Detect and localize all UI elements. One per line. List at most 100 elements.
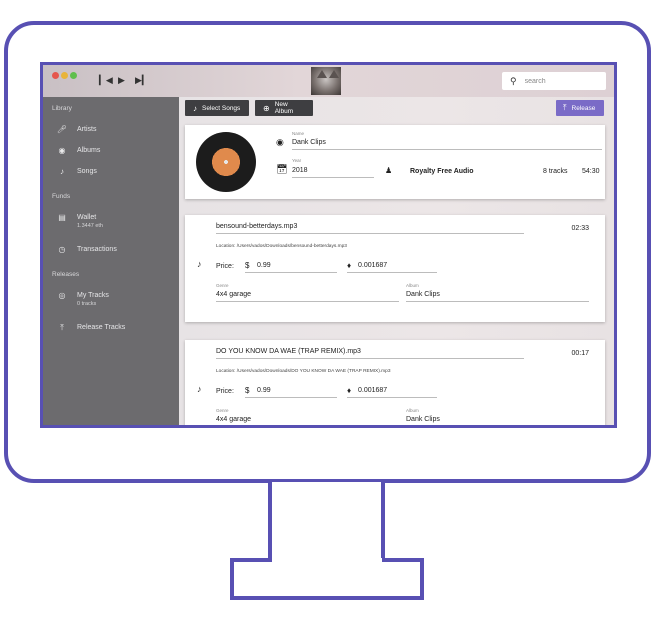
sidebar-item-songs[interactable]: ♪ Songs (56, 167, 97, 176)
price-eth-underline (347, 272, 437, 273)
album-track-count: 8 tracks (543, 168, 568, 175)
upload-icon: ⤒ (60, 323, 64, 332)
album-name-field[interactable]: Dank Clips (292, 139, 326, 146)
album-name-underline (292, 149, 602, 150)
genre-caption: Genre (216, 283, 229, 288)
new-album-button[interactable]: ⊕ New Album (255, 100, 313, 116)
sidebar-section-releases: Releases (52, 271, 80, 278)
play-icon[interactable]: ▶ (118, 76, 125, 85)
genre-field[interactable]: 4x4 garage (216, 291, 251, 298)
price-usd-field[interactable]: 0.99 (257, 262, 271, 269)
sidebar-item-label: Transactions (77, 246, 117, 253)
genre-underline (216, 301, 399, 302)
skip-forward-icon[interactable]: ▶▎ (135, 76, 149, 85)
search-box[interactable]: ⚲ (502, 72, 606, 90)
sidebar: Library 🎤︎ Artists ◉ Albums ♪ Songs Fund… (43, 97, 179, 425)
app-window: ▎◀ ▶ ▶▎ ⚲ Library 🎤︎ Artists ◉ Albums ♪ … (40, 62, 617, 428)
sidebar-section-library: Library (52, 105, 72, 112)
track-title[interactable]: DO YOU KNOW DA WAE (TRAP REMIX).mp3 (216, 348, 361, 355)
album-year-caption: Year (292, 158, 302, 163)
dollar-icon: $ (245, 386, 250, 395)
album-name-caption: Name (292, 131, 305, 136)
artwork-cat-ear (317, 70, 327, 78)
new-album-label: New Album (274, 101, 294, 115)
track-title-underline (216, 358, 524, 359)
album-caption: Album (406, 408, 419, 413)
price-eth-underline (347, 397, 437, 398)
wallet-icon: ▤ (58, 213, 66, 222)
select-songs-button[interactable]: ♪ Select Songs (185, 100, 249, 116)
sidebar-item-label: Release Tracks (77, 324, 126, 331)
monitor-stand-base (230, 558, 424, 600)
album-underline (406, 426, 589, 427)
price-usd-field[interactable]: 0.99 (257, 387, 271, 394)
sidebar-item-wallet[interactable]: ▤ Wallet 1.3447 eth (56, 213, 103, 230)
mic-icon: 🎤︎ (56, 125, 68, 134)
album-caption: Album (406, 283, 419, 288)
track-duration: 02:33 (571, 225, 589, 232)
album-underline (406, 301, 589, 302)
calendar-icon: 📅︎ (276, 164, 288, 174)
genre-caption: Genre (216, 408, 229, 413)
sidebar-item-albums[interactable]: ◉ Albums (56, 146, 101, 155)
music-note-icon: ♪ (193, 103, 197, 113)
maximize-window-button[interactable] (70, 72, 77, 79)
price-usd-underline (245, 397, 337, 398)
price-eth-field[interactable]: 0.001687 (358, 387, 387, 394)
price-eth-field[interactable]: 0.001687 (358, 262, 387, 269)
track-card: DO YOU KNOW DA WAE (TRAP REMIX).mp3 00:1… (185, 340, 605, 427)
add-circle-icon: ⊕ (263, 103, 270, 113)
person-icon: ♟ (385, 166, 393, 175)
music-note-icon: ♪ (197, 384, 202, 394)
radar-icon: ◎ (58, 291, 66, 300)
sidebar-item-transactions[interactable]: ◷ Transactions (56, 245, 117, 254)
artwork-cat-ear (329, 70, 339, 78)
vinyl-record-icon (196, 132, 256, 192)
genre-underline (216, 426, 399, 427)
release-button[interactable]: ⤒ Release (556, 100, 604, 116)
sidebar-section-funds: Funds (52, 193, 71, 200)
sidebar-item-my-tracks[interactable]: ◎ My Tracks 0 tracks (56, 291, 109, 308)
album-year-underline (292, 177, 374, 178)
album-artist: Royalty Free Audio (410, 168, 474, 175)
release-label: Release (571, 104, 596, 112)
album-duration: 54:30 (582, 168, 600, 175)
sidebar-item-label: Albums (77, 147, 101, 154)
now-playing-artwork[interactable] (311, 67, 341, 95)
ethereum-icon: ♦ (347, 261, 352, 270)
sidebar-item-label: My Tracks (77, 292, 109, 299)
ethereum-icon: ♦ (347, 386, 352, 395)
search-icon: ⚲ (510, 75, 517, 86)
sidebar-item-label: Artists (77, 126, 97, 133)
main-content: ♪ Select Songs ⊕ New Album ⤒ Release ◉ N… (179, 97, 614, 427)
sidebar-item-label: Wallet (77, 214, 97, 221)
skip-back-icon[interactable]: ▎◀ (99, 76, 113, 85)
album-card: ◉ Name Dank Clips 📅︎ Year 2018 ♟ Royalty… (185, 125, 605, 199)
close-window-button[interactable] (52, 72, 59, 79)
price-label: Price: (216, 388, 234, 395)
sidebar-item-label: Songs (77, 168, 97, 175)
sidebar-item-artists[interactable]: 🎤︎ Artists (56, 125, 97, 134)
album-field[interactable]: Dank Clips (406, 291, 440, 298)
search-input[interactable] (524, 77, 595, 85)
my-tracks-count: 0 tracks (77, 301, 97, 307)
minimize-window-button[interactable] (61, 72, 68, 79)
price-usd-underline (245, 272, 337, 273)
track-title[interactable]: bensound-betterdays.mp3 (216, 223, 297, 230)
wallet-balance: 1.3447 eth (77, 223, 103, 229)
album-year-field[interactable]: 2018 (292, 167, 308, 174)
genre-field[interactable]: 4x4 garage (216, 416, 251, 423)
disc-icon: ◉ (58, 146, 66, 155)
title-bar: ▎◀ ▶ ▶▎ ⚲ (43, 65, 614, 97)
disc-icon: ◉ (276, 137, 284, 147)
select-songs-label: Select Songs (202, 104, 241, 112)
track-title-underline (216, 233, 524, 234)
upload-icon: ⤒ (563, 103, 567, 112)
music-note-icon: ♪ (197, 259, 202, 269)
album-field[interactable]: Dank Clips (406, 416, 440, 423)
track-location: Location: /Users/vados/Downloads/bensoun… (216, 244, 347, 249)
price-label: Price: (216, 263, 234, 270)
track-location: Location: /Users/vados/Downloads/DO YOU … (216, 369, 391, 374)
sidebar-item-release-tracks[interactable]: ⤒ Release Tracks (56, 323, 125, 332)
history-icon: ◷ (58, 245, 66, 254)
